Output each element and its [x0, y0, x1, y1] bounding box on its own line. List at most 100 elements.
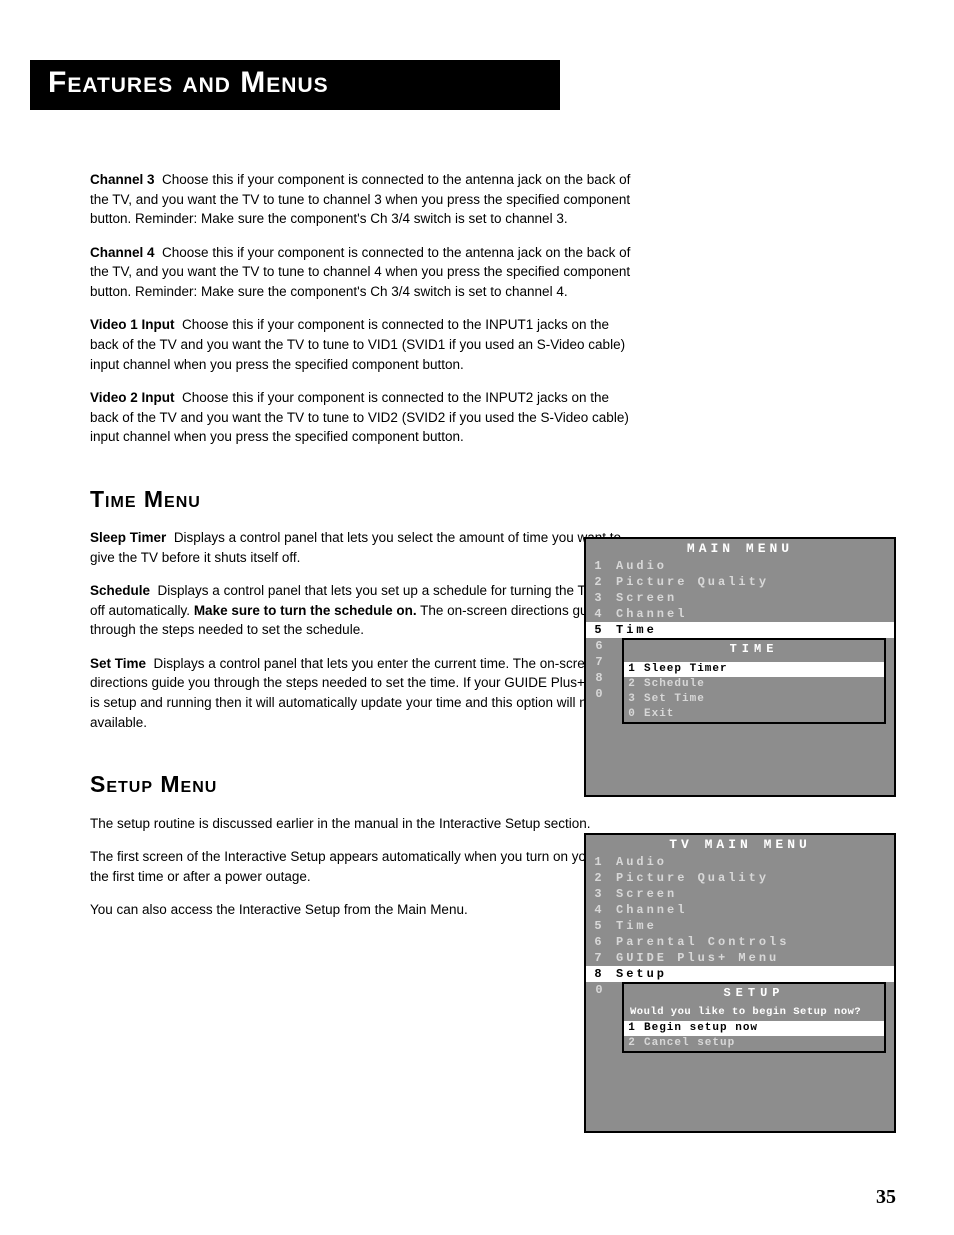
osd-submenu-row: 2 Cancel setup [624, 1036, 884, 1051]
setup-paragraph: The setup routine is discussed earlier i… [90, 814, 640, 834]
osd-row-number: 2 [586, 574, 610, 590]
osd-row-number: 4 [586, 606, 610, 622]
osd-submenu-row: 0 Exit [624, 707, 884, 722]
osd-row-label: Channel [610, 606, 894, 622]
osd-row: 4 Channel [586, 606, 894, 622]
osd-row: 3 Screen [586, 886, 894, 902]
osd-submenu-label: Set Time [640, 692, 884, 707]
osd-row: 2 Picture Quality [586, 870, 894, 886]
osd-row: 2 Picture Quality [586, 574, 894, 590]
osd-row-label: Screen [610, 886, 894, 902]
osd-row-number: 3 [586, 590, 610, 606]
osd-row-label: Picture Quality [610, 574, 894, 590]
osd-row: 7 GUIDE Plus+ Menu [586, 950, 894, 966]
entry-video-1-input: Video 1 Input Choose this if your compon… [90, 315, 640, 374]
osd-row: 3 Screen [586, 590, 894, 606]
osd-title: TV MAIN MENU [586, 835, 894, 854]
page-number: 35 [876, 1186, 896, 1209]
entry-text: Displays a control panel that lets you s… [90, 530, 621, 565]
entry-lead: Channel 4 [90, 245, 155, 260]
entry-text: Displays a control panel that lets you e… [90, 656, 631, 730]
osd-title: MAIN MENU [586, 539, 894, 558]
osd-row-label: Audio [610, 854, 894, 870]
manual-page: Features and Menus Channel 3 Choose this… [0, 0, 954, 1235]
entry-lead: Channel 3 [90, 172, 155, 187]
entry-channel-3: Channel 3 Choose this if your component … [90, 170, 640, 229]
osd-setup-menu: TV MAIN MENU 1 Audio 2 Picture Quality 3… [584, 833, 896, 1133]
osd-row: 6 Parental Controls [586, 934, 894, 950]
entry-text: Choose this if your component is connect… [90, 172, 630, 226]
osd-submenu-row-selected: 1 Sleep Timer [624, 662, 884, 677]
osd-row-number: 8 [586, 966, 610, 982]
osd-submenu-number: 2 [624, 677, 640, 692]
osd-row-number: 1 [586, 558, 610, 574]
osd-submenu-title: SETUP [624, 984, 884, 1002]
osd-row-number: 1 [586, 854, 610, 870]
osd-row-label: Time [610, 918, 894, 934]
osd-sidebar-numbers: 0 [586, 982, 612, 998]
osd-submenu-row: 3 Set Time [624, 692, 884, 707]
osd-side-number: 8 [586, 670, 612, 686]
osd-row-label: Setup [610, 966, 894, 982]
osd-submenu-number: 1 [624, 662, 640, 677]
entry-text-bold: Make sure to turn the schedule on. [194, 603, 417, 618]
entry-text: Choose this if your component is connect… [90, 245, 630, 299]
setup-paragraph: The first screen of the Interactive Setu… [90, 847, 640, 886]
osd-row-label: Audio [610, 558, 894, 574]
osd-submenu-number: 0 [624, 707, 640, 722]
osd-row-label: Channel [610, 902, 894, 918]
osd-time-submenu: TIME 1 Sleep Timer 2 Schedule 3 Set Time… [622, 638, 886, 724]
osd-submenu-label: Cancel setup [640, 1036, 884, 1051]
osd-row: 5 Time [586, 918, 894, 934]
osd-row-number: 5 [586, 918, 610, 934]
osd-row-label: Picture Quality [610, 870, 894, 886]
osd-submenu-label: Exit [640, 707, 884, 722]
osd-submenu-row: 2 Schedule [624, 677, 884, 692]
osd-submenu-label: Sleep Timer [640, 662, 884, 677]
osd-row-label: GUIDE Plus+ Menu [610, 950, 894, 966]
osd-side-number: 0 [586, 686, 612, 702]
osd-row-number: 4 [586, 902, 610, 918]
osd-submenu-number: 1 [624, 1021, 640, 1036]
heading-time-menu: Time Menu [90, 483, 640, 516]
entry-schedule: Schedule Displays a control panel that l… [90, 581, 640, 640]
osd-submenu-title: TIME [624, 640, 884, 658]
osd-submenu-label: Begin setup now [640, 1021, 884, 1036]
osd-row-selected: 8 Setup [586, 966, 894, 982]
entry-lead: Video 1 Input [90, 317, 175, 332]
body-column: Channel 3 Choose this if your component … [90, 170, 640, 920]
entry-video-2-input: Video 2 Input Choose this if your compon… [90, 388, 640, 447]
osd-row-label: Parental Controls [610, 934, 894, 950]
osd-row: 4 Channel [586, 902, 894, 918]
entry-lead: Set Time [90, 656, 146, 671]
osd-time-menu: MAIN MENU 1 Audio 2 Picture Quality 3 Sc… [584, 537, 896, 797]
osd-row: 1 Audio [586, 854, 894, 870]
osd-submenu-label: Schedule [640, 677, 884, 692]
entry-channel-4: Channel 4 Choose this if your component … [90, 243, 640, 302]
heading-setup-menu: Setup Menu [90, 768, 640, 801]
osd-side-number: 0 [586, 982, 612, 998]
osd-row-number: 5 [586, 622, 610, 638]
osd-submenu-area: 0 SETUP Would you like to begin Setup no… [586, 982, 894, 1053]
osd-row-number: 2 [586, 870, 610, 886]
entry-set-time: Set Time Displays a control panel that l… [90, 654, 640, 732]
osd-row-label: Time [610, 622, 894, 638]
entry-lead: Schedule [90, 583, 150, 598]
osd-side-number: 7 [586, 654, 612, 670]
setup-paragraph: You can also access the Interactive Setu… [90, 900, 640, 920]
osd-prompt-text: Would you like to begin Setup now? [624, 1002, 884, 1021]
page-title: Features and Menus [30, 60, 560, 110]
osd-row-number: 6 [586, 934, 610, 950]
osd-row-selected: 5 Time [586, 622, 894, 638]
osd-submenu-number: 2 [624, 1036, 640, 1051]
osd-submenu-row-selected: 1 Begin setup now [624, 1021, 884, 1036]
osd-row-number: 3 [586, 886, 610, 902]
osd-submenu-area: 6 7 8 0 TIME 1 Sleep Timer 2 Schedule 3 [586, 638, 894, 724]
osd-side-number: 6 [586, 638, 612, 654]
entry-lead: Sleep Timer [90, 530, 166, 545]
osd-submenu-number: 3 [624, 692, 640, 707]
osd-setup-submenu: SETUP Would you like to begin Setup now?… [622, 982, 886, 1053]
entry-sleep-timer: Sleep Timer Displays a control panel tha… [90, 528, 640, 567]
osd-sidebar-numbers: 6 7 8 0 [586, 638, 612, 702]
entry-lead: Video 2 Input [90, 390, 175, 405]
